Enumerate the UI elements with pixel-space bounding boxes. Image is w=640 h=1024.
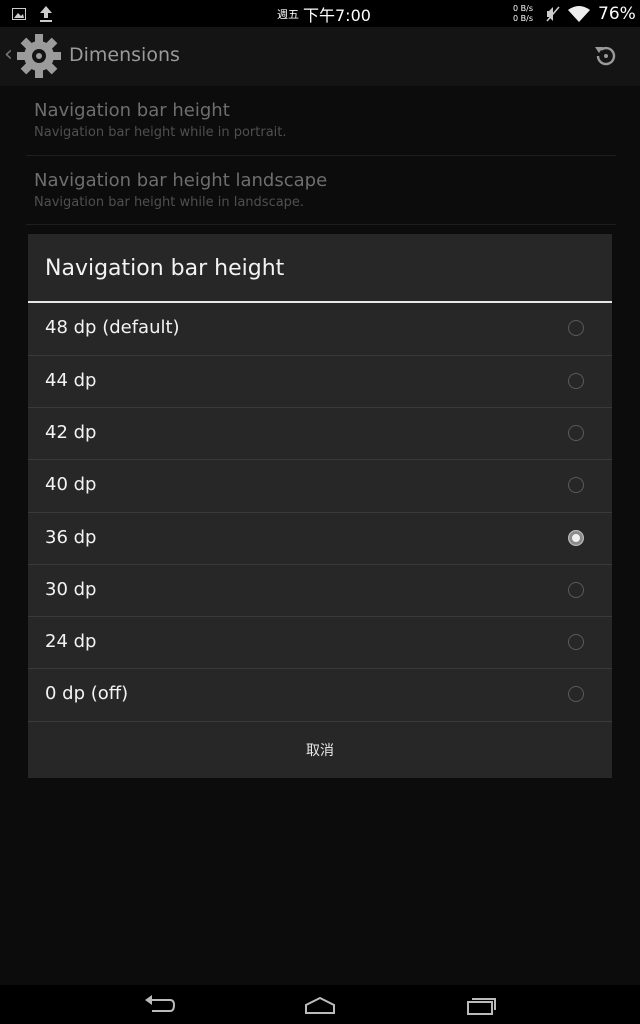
option-40dp[interactable]: 40 dp xyxy=(28,460,612,512)
pref-nav-bar-height-landscape[interactable]: Navigation bar height landscape Navigati… xyxy=(34,170,614,210)
download-speed: 0 B/s xyxy=(513,13,533,23)
pref-title: Navigation bar height landscape xyxy=(34,170,328,191)
pref-nav-bar-height[interactable]: Navigation bar height Navigation bar hei… xyxy=(34,100,614,140)
wifi-icon xyxy=(568,0,590,27)
radio-button[interactable] xyxy=(568,634,584,650)
back-icon[interactable] xyxy=(140,990,180,1020)
upload-icon xyxy=(39,0,53,27)
radio-button[interactable] xyxy=(568,320,584,336)
radio-button[interactable] xyxy=(568,582,584,598)
radio-button[interactable] xyxy=(568,477,584,493)
mute-icon xyxy=(546,0,560,27)
pref-title: Navigation bar height xyxy=(34,100,230,121)
image-icon xyxy=(12,0,26,27)
option-24dp[interactable]: 24 dp xyxy=(28,617,612,669)
home-icon[interactable] xyxy=(300,990,340,1020)
status-bar: 週五 下午7:00 0 B/s 0 B/s 76% xyxy=(0,0,640,27)
pref-summary: Navigation bar height while in portrait. xyxy=(34,125,287,140)
network-speed: 0 B/s 0 B/s xyxy=(513,0,533,27)
divider xyxy=(26,155,616,156)
dialog-title: Navigation bar height xyxy=(45,256,285,281)
option-label: 44 dp xyxy=(45,370,97,391)
radio-button[interactable] xyxy=(568,373,584,389)
pref-summary: Navigation bar height while in landscape… xyxy=(34,195,305,210)
option-label: 36 dp xyxy=(45,527,97,548)
radio-button[interactable] xyxy=(568,686,584,702)
recents-icon[interactable] xyxy=(462,990,502,1020)
gear-icon[interactable] xyxy=(15,32,63,80)
option-label: 24 dp xyxy=(45,631,97,652)
page-title: Dimensions xyxy=(69,44,180,66)
option-0dp-off[interactable]: 0 dp (off) xyxy=(28,669,612,721)
option-label: 42 dp xyxy=(45,422,97,443)
option-label: 40 dp xyxy=(45,474,97,495)
status-time: 下午7:00 xyxy=(303,5,371,25)
upload-speed: 0 B/s xyxy=(513,3,533,13)
battery-level: 76% xyxy=(598,3,636,24)
cancel-button[interactable]: 取消 xyxy=(28,722,612,778)
divider xyxy=(26,224,616,225)
radio-button[interactable] xyxy=(568,425,584,441)
clock: 週五 下午7:00 xyxy=(277,0,371,27)
option-36dp[interactable]: 36 dp xyxy=(28,513,612,565)
option-44dp[interactable]: 44 dp xyxy=(28,356,612,408)
status-day: 週五 xyxy=(277,7,299,21)
up-caret-icon[interactable]: ‹ xyxy=(4,42,13,67)
radio-button-selected[interactable] xyxy=(568,530,584,546)
option-48dp[interactable]: 48 dp (default) xyxy=(28,303,612,355)
option-label: 30 dp xyxy=(45,579,97,600)
option-42dp[interactable]: 42 dp xyxy=(28,408,612,460)
option-30dp[interactable]: 30 dp xyxy=(28,565,612,617)
action-bar: ‹ Dimensions xyxy=(0,27,640,86)
nav-bar-height-dialog: Navigation bar height 48 dp (default) 44… xyxy=(28,234,612,778)
refresh-icon[interactable] xyxy=(592,42,620,70)
navigation-bar xyxy=(0,985,640,1024)
option-label: 0 dp (off) xyxy=(45,683,129,704)
option-label: 48 dp (default) xyxy=(45,317,180,338)
